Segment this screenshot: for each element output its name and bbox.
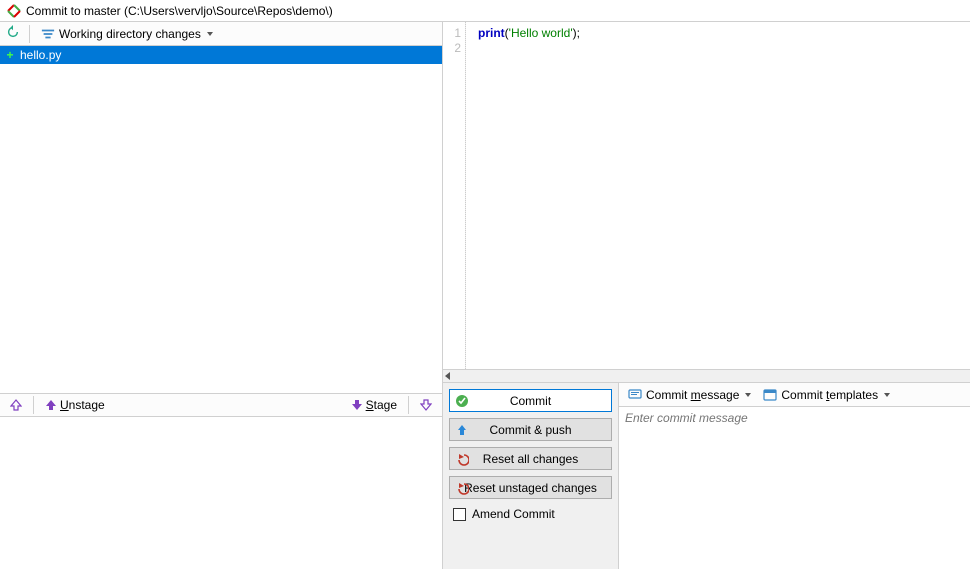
refresh-icon	[6, 25, 20, 39]
chevron-left-icon	[445, 372, 450, 380]
working-changes-label: Working directory changes	[59, 27, 201, 41]
line-number: 2	[443, 41, 461, 56]
commit-templates-label: Commit templates	[781, 388, 878, 402]
stage-label: Stage	[366, 398, 397, 412]
stage-all-button[interactable]	[416, 397, 436, 413]
added-icon: +	[4, 48, 16, 62]
working-changes-toolbar: Working directory changes	[0, 22, 442, 46]
commit-message-label: Commit message	[646, 388, 739, 402]
chevron-down-icon	[745, 393, 751, 397]
reset-all-label: Reset all changes	[483, 452, 578, 466]
commit-button-label: Commit	[510, 394, 551, 408]
arrow-up-icon	[45, 399, 57, 411]
file-name: hello.py	[20, 48, 61, 62]
commit-message-dropdown[interactable]: Commit message	[625, 386, 754, 404]
commit-message-area: Commit message Commit templates	[619, 383, 970, 569]
left-panel: Working directory changes + hello.py	[0, 22, 443, 569]
titlebar: Commit to master (C:\Users\vervljo\Sourc…	[0, 0, 970, 22]
template-icon	[763, 388, 777, 402]
undo-icon	[455, 481, 469, 495]
code-content: print('Hello world');	[466, 22, 970, 369]
amend-commit-checkbox[interactable]: Amend Commit	[449, 505, 612, 523]
commit-push-label: Commit & push	[489, 423, 571, 437]
staged-file-list[interactable]	[0, 417, 442, 569]
window-title: Commit to master (C:\Users\vervljo\Sourc…	[26, 4, 333, 18]
checkbox-icon	[453, 508, 466, 521]
unstaged-file-list[interactable]: + hello.py	[0, 46, 442, 393]
separator	[408, 396, 409, 414]
chevron-down-icon	[884, 393, 890, 397]
chevron-down-icon	[207, 32, 213, 36]
refresh-button[interactable]	[4, 23, 22, 44]
line-gutter: 1 2	[443, 22, 465, 369]
commit-button[interactable]: Commit	[449, 389, 612, 412]
commit-message-input[interactable]	[619, 407, 970, 569]
reset-unstaged-label: Reset unstaged changes	[464, 481, 597, 495]
stage-button[interactable]: Stage	[347, 396, 401, 414]
message-toolbar: Commit message Commit templates	[619, 383, 970, 407]
commit-panel: Commit Commit & push Reset all changes	[443, 383, 970, 569]
stage-toolbar: Unstage Stage	[0, 393, 442, 417]
arrow-down-outline-icon	[420, 399, 432, 411]
filter-icon	[41, 27, 55, 41]
amend-label: Amend Commit	[472, 507, 555, 521]
push-icon	[455, 423, 469, 437]
commit-push-button[interactable]: Commit & push	[449, 418, 612, 441]
working-changes-dropdown[interactable]: Working directory changes	[37, 25, 217, 43]
commit-templates-dropdown[interactable]: Commit templates	[760, 386, 893, 404]
collapse-handle[interactable]	[443, 369, 970, 383]
unstage-button[interactable]: Unstage	[41, 396, 109, 414]
arrow-down-icon	[351, 399, 363, 411]
arrow-up-outline-icon	[10, 399, 22, 411]
line-number: 1	[443, 26, 461, 41]
check-icon	[455, 394, 469, 408]
unstage-label: Unstage	[60, 398, 105, 412]
message-icon	[628, 388, 642, 402]
right-panel: 1 2 print('Hello world'); Commit	[443, 22, 970, 569]
reset-unstaged-button[interactable]: Reset unstaged changes	[449, 476, 612, 499]
commit-buttons: Commit Commit & push Reset all changes	[443, 383, 619, 569]
reset-all-button[interactable]: Reset all changes	[449, 447, 612, 470]
separator	[29, 25, 30, 43]
separator	[33, 396, 34, 414]
unstage-all-button[interactable]	[6, 397, 26, 413]
diff-viewer[interactable]: 1 2 print('Hello world');	[443, 22, 970, 369]
app-icon	[6, 3, 22, 19]
undo-icon	[455, 452, 469, 466]
file-item[interactable]: + hello.py	[0, 46, 442, 64]
